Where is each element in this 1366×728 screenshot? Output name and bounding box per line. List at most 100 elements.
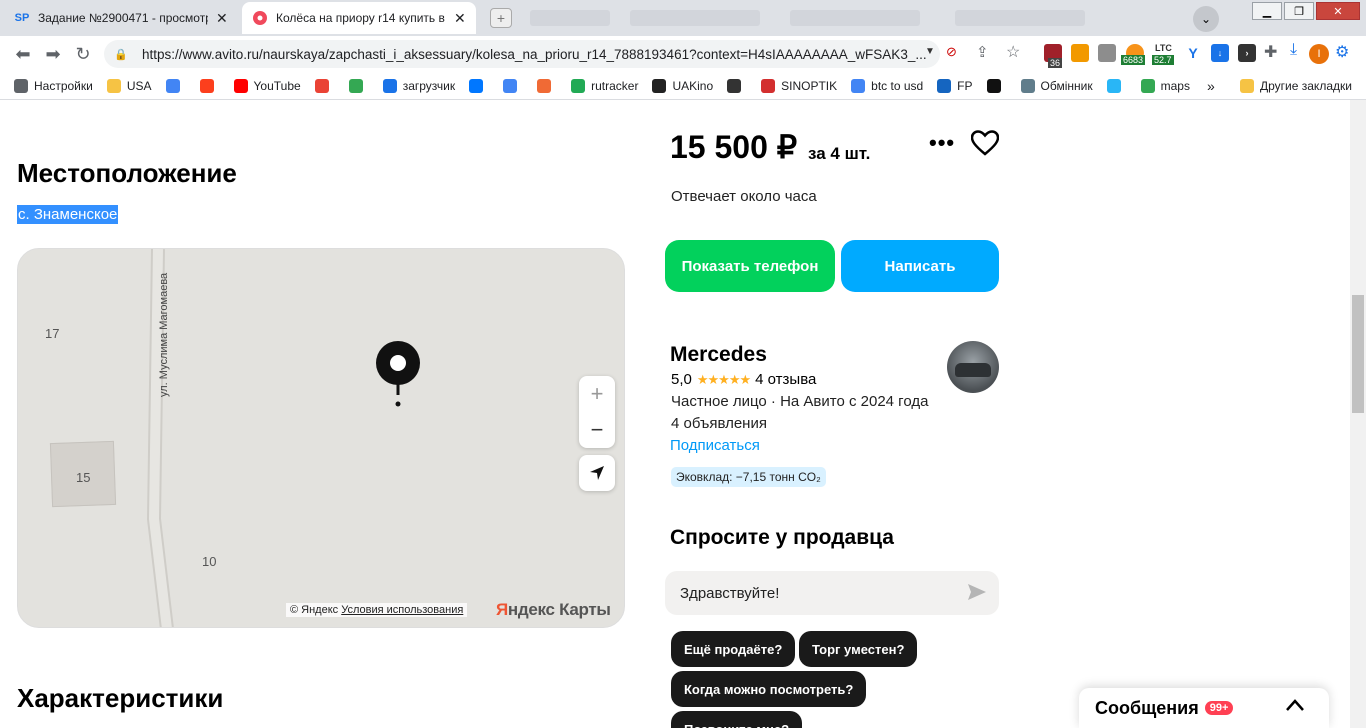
show-phone-button[interactable]: Показать телефон (665, 240, 835, 292)
bookmark-item[interactable]: maps (1140, 78, 1190, 93)
bookmark-item[interactable] (469, 78, 489, 93)
rating-stars-icon: ★★★★★ (696, 371, 751, 387)
street-label: ул. Муслима Магомаева (158, 272, 170, 397)
eco-badge[interactable]: Эковклад: −7,15 тонн CO₂ (671, 467, 826, 487)
tab-task[interactable]: SP Задание №2900471 - просмотр з ✕ (4, 2, 238, 34)
subscribe-link[interactable]: Подписаться (670, 437, 760, 454)
lock-icon: 🔒 (114, 48, 128, 61)
bookmark-item[interactable] (537, 78, 557, 93)
share-icon[interactable]: ⇪ (976, 43, 989, 61)
other-bookmarks[interactable]: Другие закладки (1240, 78, 1352, 93)
url-dropdown-icon[interactable]: ▼ (925, 46, 935, 57)
bookmark-item[interactable] (727, 78, 747, 93)
yandex-maps-logo[interactable]: Яндекс Карты (496, 600, 611, 620)
tab-search-chevron-icon[interactable]: ⌄ (1193, 6, 1219, 32)
minimize-button[interactable]: ▁ (1252, 2, 1282, 20)
quick-question-chip[interactable]: Когда можно посмотреть? (671, 671, 867, 707)
close-tab-icon[interactable]: ✕ (454, 10, 466, 27)
quick-question-chip[interactable]: Торг уместен? (799, 631, 918, 667)
download-helper-icon[interactable]: ↓ (1211, 44, 1229, 62)
bookmark-item[interactable] (348, 78, 369, 93)
bookmark-item[interactable]: Настройки (14, 78, 93, 93)
bookmark-item[interactable]: UAKino (652, 78, 713, 93)
background-tab[interactable] (790, 10, 920, 26)
reload-icon[interactable]: ↻ (68, 44, 98, 65)
ask-seller-input[interactable]: Здравствуйте! (665, 571, 999, 615)
map-pin-icon[interactable] (375, 341, 421, 411)
blocked-icon[interactable]: ⊘ (946, 44, 957, 60)
extension-badge: 36 (1048, 58, 1063, 68)
bookmark-item[interactable]: загрузчик (382, 78, 456, 93)
bookmark-favicon-icon (314, 78, 329, 93)
bookmark-item[interactable]: SINOPTIK (761, 78, 837, 93)
bookmark-item[interactable]: FP (937, 78, 973, 93)
bookmark-favicon-icon (233, 78, 248, 93)
window-close-button[interactable]: ✕ (1316, 2, 1360, 20)
bookmark-item[interactable] (986, 78, 1007, 93)
seller-type: Частное лицо · На Авито с 2024 года (671, 393, 929, 410)
extension-arrow-icon[interactable]: › (1238, 44, 1256, 62)
bookmark-label: загрузчик (402, 78, 456, 93)
bookmark-favicon-icon (14, 78, 28, 93)
extension-lion-icon[interactable] (1071, 44, 1089, 62)
messages-panel[interactable]: Сообщения 99+ (1079, 688, 1329, 728)
extensions-puzzle-icon[interactable]: ✚ (1264, 42, 1277, 62)
seller-ads-count[interactable]: 4 объявления (671, 415, 767, 432)
messages-count-badge: 99+ (1204, 701, 1234, 715)
more-options-icon[interactable]: ••• (929, 130, 955, 156)
seller-avatar[interactable] (947, 341, 999, 393)
logo-text: ндекс Карты (507, 600, 611, 619)
bookmark-item[interactable] (165, 78, 186, 93)
ltc-price-badge: 52.7 (1152, 55, 1174, 65)
background-tab[interactable] (955, 10, 1085, 26)
bookmark-star-icon[interactable]: ☆ (1006, 42, 1020, 62)
chevron-up-icon[interactable] (1285, 698, 1305, 712)
bookmark-item[interactable]: Обмінник (1020, 78, 1093, 93)
terms-link[interactable]: Условия использования (341, 604, 463, 616)
url-text: https://www.avito.ru/naurskaya/zapchasti… (142, 46, 927, 62)
bookmark-item[interactable] (1106, 78, 1127, 93)
menu-gear-icon[interactable]: ⚙ (1335, 42, 1349, 62)
new-tab-button[interactable]: + (490, 8, 512, 28)
zoom-out-button[interactable]: − (579, 412, 615, 448)
favorite-heart-icon[interactable] (971, 130, 999, 156)
bookmark-item[interactable]: btc to usd (851, 78, 924, 93)
bookmark-item[interactable]: rutracker (571, 78, 638, 93)
browser-toolbar: ⬅ ➡ ↻ 🔒 https://www.avito.ru/naurskaya/z… (0, 36, 1366, 72)
maximize-button[interactable]: ❐ (1284, 2, 1314, 20)
bookmark-item[interactable] (503, 78, 523, 93)
background-tab[interactable] (630, 10, 760, 26)
bookmark-item[interactable] (199, 78, 220, 93)
forward-arrow-icon[interactable]: ➡ (38, 44, 68, 65)
profile-avatar[interactable]: I (1309, 44, 1329, 64)
scrollbar-thumb[interactable] (1352, 295, 1364, 413)
tab-title: Колёса на приору r14 купить в Н (276, 11, 446, 25)
seller-name[interactable]: Mercedes (670, 343, 767, 367)
bookmark-item[interactable]: USA (106, 78, 152, 93)
page-scrollbar[interactable] (1350, 100, 1366, 728)
tab-avito[interactable]: Колёса на приору r14 купить в Н ✕ (242, 2, 476, 34)
bookmark-item[interactable] (314, 78, 335, 93)
bookmark-favicon-icon (503, 78, 518, 93)
quick-question-chip[interactable]: Позвоните мне? (671, 711, 803, 728)
reviews-link[interactable]: 4 отзыва (755, 371, 816, 388)
bookmark-label: btc to usd (871, 78, 924, 93)
back-arrow-icon[interactable]: ⬅ (8, 44, 38, 65)
more-bookmarks-icon[interactable]: » (1207, 78, 1215, 94)
extension-y-icon[interactable]: Y (1184, 44, 1202, 62)
geolocation-button[interactable] (579, 455, 615, 491)
address-bar[interactable]: 🔒 https://www.avito.ru/naurskaya/zapchas… (104, 40, 940, 68)
zoom-in-button[interactable]: + (579, 376, 615, 412)
navigation-arrow-icon (590, 466, 604, 480)
send-icon[interactable] (967, 582, 987, 602)
background-tab[interactable] (530, 10, 610, 26)
bookmark-item[interactable]: YouTube (233, 78, 301, 93)
ask-seller-heading: Спросите у продавца (670, 526, 894, 549)
close-tab-icon[interactable]: ✕ (216, 10, 228, 27)
bookmark-favicon-icon (537, 78, 552, 93)
quick-question-chip[interactable]: Ещё продаёте? (671, 631, 796, 667)
downloads-icon[interactable]: ⤓ (1290, 41, 1297, 59)
extension-briefcase-icon[interactable] (1098, 44, 1116, 62)
write-message-button[interactable]: Написать (841, 240, 999, 292)
yandex-map[interactable]: ул. Муслима Магомаева 17 15 10 + − © Янд… (17, 248, 625, 628)
